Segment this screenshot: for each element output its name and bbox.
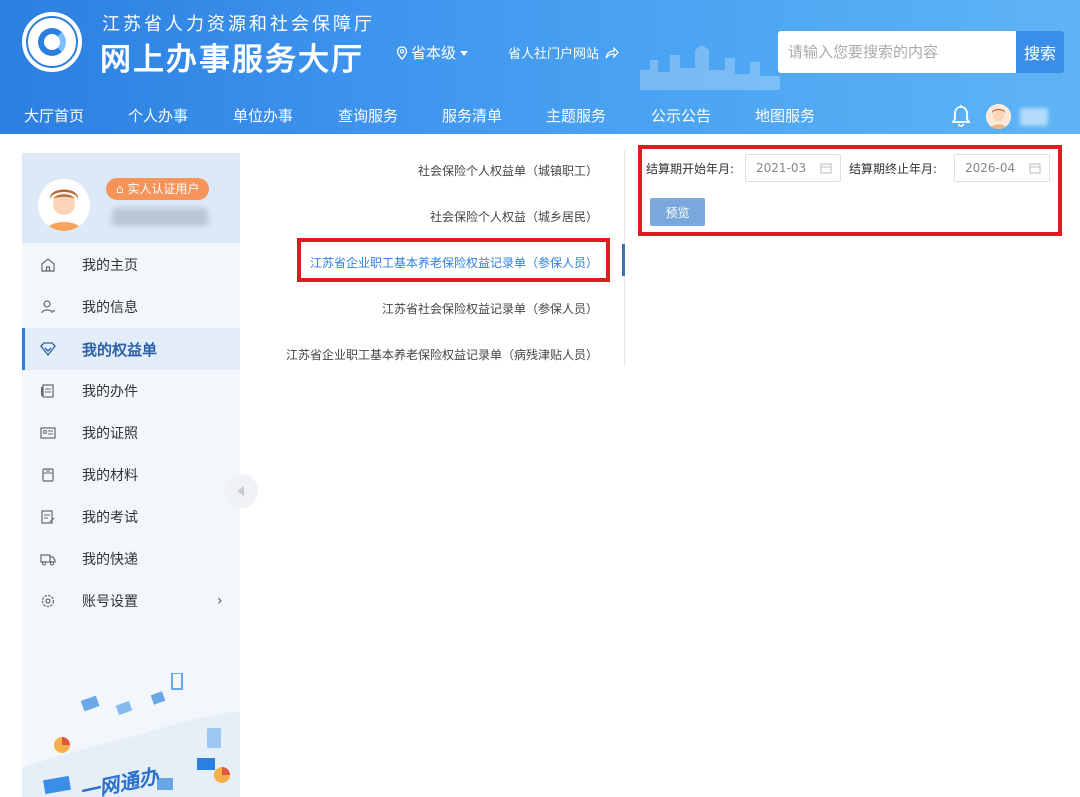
document-icon [41,384,54,398]
sidebar-item-settings[interactable]: 账号设置 › [22,580,240,622]
share-arrow-icon [605,46,619,59]
start-period-picker[interactable]: 2021-03 [745,154,841,182]
sidebar-item-label: 我的快递 [82,552,138,568]
nav-item-theme[interactable]: 主题服务 [546,98,606,134]
doc-item-social-insurance-insured[interactable]: 江苏省社会保险权益记录单（参保人员） [382,300,598,317]
portal-link-label: 省人社门户网站 [508,47,600,62]
verified-user-badge: ⌂ 实人认证用户 [106,178,210,200]
sidebar-item-cases[interactable]: 我的办件 [22,370,240,412]
sidebar-item-rights[interactable]: 我的权益单 [22,328,240,370]
doc-item-urban-worker[interactable]: 社会保险个人权益单（城镇职工） [418,162,598,179]
skyline-decoration [640,45,780,90]
nav-item-unit[interactable]: 单位办事 [233,98,293,134]
sidebar-item-label: 我的办件 [82,384,138,400]
doc-item-pension-disability[interactable]: 江苏省企业职工基本养老保险权益记录单（病残津贴人员） [286,346,598,363]
header-username-blurred [1020,108,1048,126]
portal-link[interactable]: 省人社门户网站 [508,43,619,62]
user-avatar-icon [986,104,1011,129]
sidebar-item-info[interactable]: 我的信息 [22,286,240,328]
end-period-value: 2026-04 [965,161,1016,175]
search-input[interactable] [778,31,1016,73]
sidebar-item-licenses[interactable]: 我的证照 [22,412,240,454]
nav-item-home[interactable]: 大厅首页 [24,98,84,134]
triangle-left-icon [237,486,244,496]
header-subtitle: 江苏省人力资源和社会保障厅 [102,14,375,35]
preview-button[interactable]: 预览 [650,198,705,226]
bell-icon[interactable] [950,104,972,128]
region-label: 省本级 [411,44,457,62]
nav-item-personal[interactable]: 个人办事 [128,98,188,134]
profile-card: ⌂ 实人认证用户 [22,153,240,243]
profile-name-blurred [112,208,208,226]
calendar-icon [820,163,832,174]
sidebar-item-label: 我的证照 [82,426,138,442]
verified-badge-label: 实人认证用户 [127,182,200,196]
sidebar-item-label: 我的信息 [82,300,138,316]
nav-item-service-list[interactable]: 服务清单 [442,98,502,134]
online-service-illustration: 一网通办 [22,673,240,797]
start-period-label: 结算期开始年月: [646,162,735,176]
home-small-icon: ⌂ [116,182,124,196]
nav-item-map[interactable]: 地图服务 [755,98,815,134]
sidebar-item-label: 我的主页 [82,258,138,274]
chevron-right-icon: › [217,593,223,609]
end-period-picker[interactable]: 2026-04 [954,154,1050,182]
user-icon [41,300,55,314]
region-selector[interactable]: 省本级 [396,42,469,63]
doc-item-pension-insured[interactable]: 江苏省企业职工基本养老保险权益记录单（参保人员） [310,254,598,271]
sidebar-collapse-button[interactable] [224,474,258,508]
profile-avatar [38,179,90,231]
sidebar-item-label: 我的权益单 [82,340,158,359]
truck-icon [40,554,56,566]
calendar-icon [1029,163,1041,174]
heart-shield-icon [40,342,56,357]
id-card-icon [40,427,56,439]
sidebar: ⌂ 实人认证用户 我的主页 我的信息 我的权益单 我的办件 我的证照 我的材料 … [22,153,240,797]
active-doc-indicator [622,244,625,276]
sidebar-item-home[interactable]: 我的主页 [22,244,240,286]
top-header: 江苏省人力资源和社会保障厅 网上办事服务大厅 省本级 省人社门户网站 搜索 大厅… [0,0,1080,134]
folder-icon [42,468,54,482]
main-nav: 大厅首页 个人办事 单位办事 查询服务 服务清单 主题服务 公示公告 地图服务 [0,98,1080,134]
nav-item-query[interactable]: 查询服务 [338,98,398,134]
caret-down-icon [460,50,469,56]
sidebar-item-materials[interactable]: 我的材料 [22,454,240,496]
location-pin-icon [396,45,408,60]
header-avatar[interactable] [986,104,1011,129]
doc-item-urban-rural[interactable]: 社会保险个人权益（城乡居民） [430,208,598,225]
sidebar-item-label: 我的考试 [82,510,138,526]
search-button[interactable]: 搜索 [1016,31,1064,73]
home-icon [41,258,55,272]
exam-icon [41,510,55,524]
end-period-label: 结算期终止年月: [849,162,938,176]
sidebar-item-label: 我的材料 [82,468,138,484]
header-title: 网上办事服务大厅 [100,42,364,78]
nav-item-notice[interactable]: 公示公告 [651,98,711,134]
logo[interactable] [22,12,82,72]
start-period-value: 2021-03 [756,161,807,175]
gear-icon [41,594,55,608]
user-avatar-icon [38,179,90,231]
sidebar-item-label: 账号设置 [82,594,138,610]
sidebar-item-exams[interactable]: 我的考试 [22,496,240,538]
sidebar-item-express[interactable]: 我的快递 [22,538,240,580]
